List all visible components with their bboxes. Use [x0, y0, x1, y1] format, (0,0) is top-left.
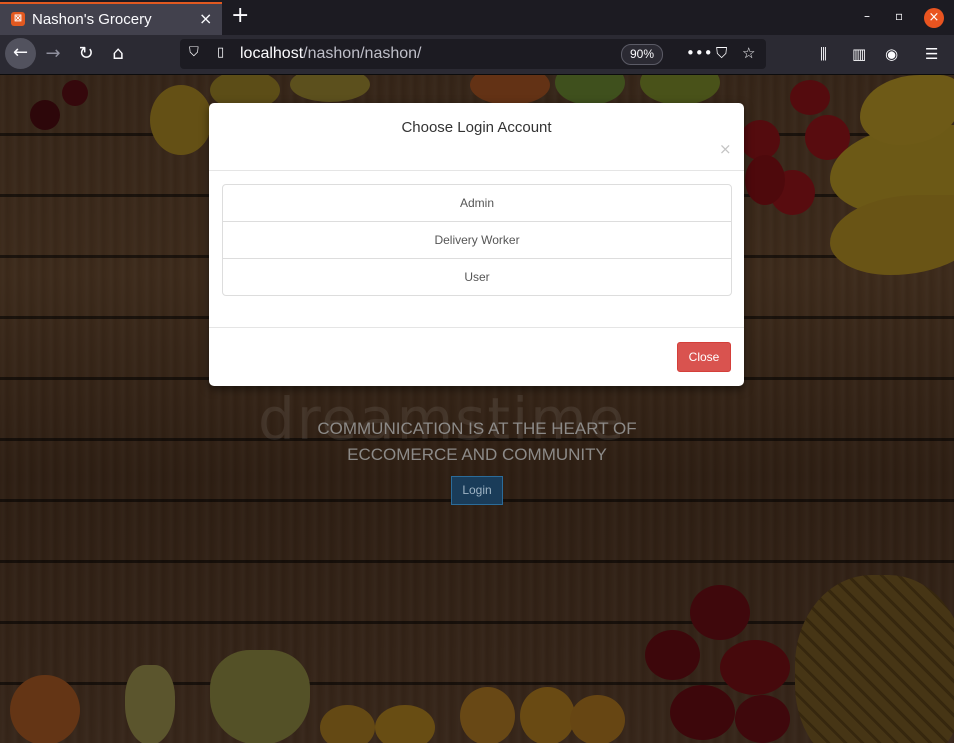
tab-bar: ⊠ Nashon's Grocery × + – ▫ × [0, 0, 954, 35]
navigation-toolbar: ← → ↻ ⌂ ⛉ ▯ localhost/nashon/nashon/ 90%… [0, 35, 954, 75]
site-favicon-icon: ⊠ [11, 12, 25, 26]
library-icon[interactable]: ⫼ [820, 45, 827, 63]
modal-footer-divider [209, 327, 744, 328]
modal-close-icon[interactable]: × [719, 140, 732, 158]
pocket-icon[interactable]: ⛉ [716, 44, 727, 62]
back-arrow-icon[interactable]: ← [5, 38, 36, 69]
login-button[interactable]: Login [451, 476, 503, 505]
forward-arrow-icon[interactable]: → [38, 39, 68, 69]
browser-tab[interactable]: ⊠ Nashon's Grocery × [0, 2, 222, 35]
home-icon[interactable]: ⌂ [103, 39, 133, 69]
window-close-icon[interactable]: × [924, 8, 944, 28]
login-account-modal: Choose Login Account × Admin Delivery Wo… [209, 103, 744, 386]
hero-tagline: COMMUNICATION IS AT THE HEART OF ECCOMER… [277, 416, 677, 468]
modal-header-divider [209, 170, 744, 171]
tagline-line-1: COMMUNICATION IS AT THE HEART OF [317, 419, 637, 438]
tab-title: Nashon's Grocery [32, 11, 152, 28]
zoom-level-badge[interactable]: 90% [621, 44, 664, 65]
tracking-shield-icon[interactable]: ⛉ [189, 45, 199, 60]
hamburger-menu-icon[interactable]: ☰ [925, 45, 938, 63]
new-tab-icon[interactable]: + [231, 3, 249, 28]
modal-title: Choose Login Account [401, 119, 552, 136]
account-options-list: Admin Delivery Worker User [222, 184, 732, 296]
minimize-icon[interactable]: – [864, 9, 870, 23]
sidebar-icon[interactable]: ▥ [852, 45, 866, 63]
reload-icon[interactable]: ↻ [71, 39, 101, 69]
bookmark-star-icon[interactable]: ☆ [742, 44, 755, 62]
tagline-line-2: ECCOMERCE AND COMMUNITY [347, 445, 607, 464]
close-button[interactable]: Close [677, 342, 731, 372]
page-actions-menu-icon[interactable]: ••• [686, 44, 713, 62]
account-icon[interactable]: ◉ [885, 45, 898, 63]
account-option-user[interactable]: User [223, 259, 731, 295]
maximize-icon[interactable]: ▫ [895, 9, 903, 23]
url-bar[interactable]: ⛉ ▯ localhost/nashon/nashon/ 90% ••• ⛉ ☆ [180, 39, 766, 69]
account-option-delivery-worker[interactable]: Delivery Worker [223, 222, 731, 259]
account-option-admin[interactable]: Admin [223, 185, 731, 222]
tab-close-icon[interactable]: × [199, 9, 212, 28]
page-info-icon[interactable]: ▯ [217, 45, 224, 60]
url-text[interactable]: localhost/nashon/nashon/ [240, 45, 421, 63]
